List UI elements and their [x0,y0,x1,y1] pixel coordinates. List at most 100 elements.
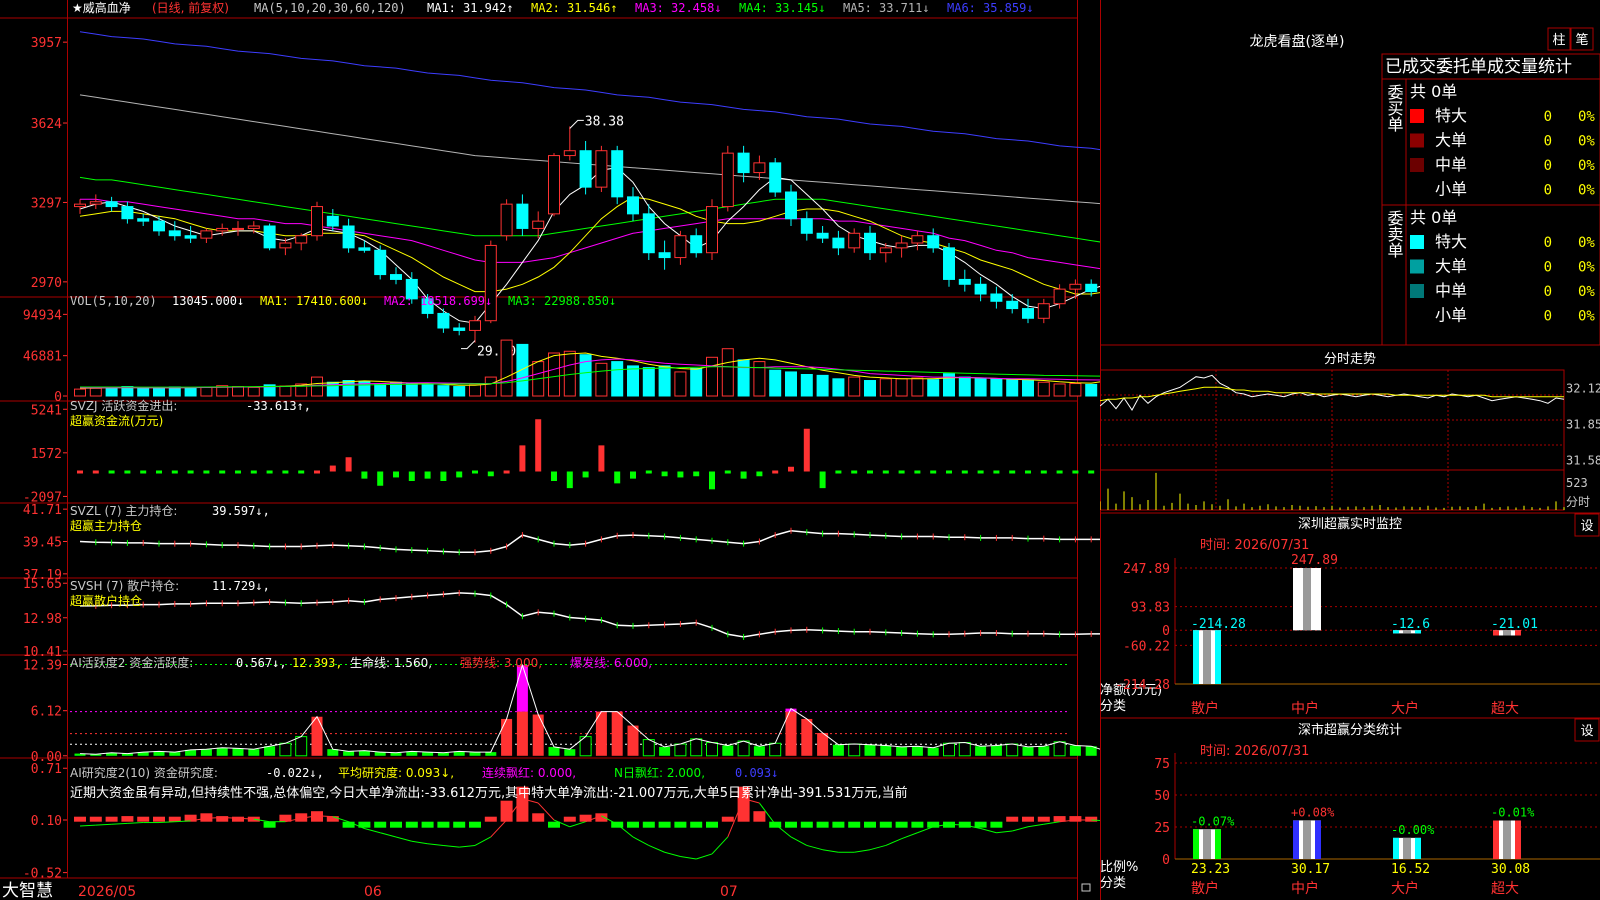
ai2-bar [879,821,892,828]
column-view-label: 柱 [1552,33,1565,48]
volume-bar [137,387,150,397]
volume-panel[interactable]: 94934468810 [23,308,1100,405]
volume-bar [674,371,687,397]
ai1-bar [216,747,228,756]
ma-legend-value: 31.546↑ [567,1,618,15]
szmon-category: 大户 [1391,700,1419,717]
ai1-bar-top [516,665,528,712]
szcls-bar-edge-l [1493,820,1499,859]
candle-body [216,227,229,232]
lock-icon[interactable] [1081,883,1091,892]
candle-body [563,150,576,157]
szcls-change-label: -0.01% [1491,805,1535,819]
svzj-ytick: 1572 [31,447,62,462]
ai1-label: AI活跃度2 资金活跃度: [70,655,193,670]
lhb-row-pct: 0% [1578,158,1595,174]
szcls-bar-edge-l [1393,837,1399,859]
candle-body [437,312,450,329]
candle-body [769,162,782,193]
ai2-avg-segment [854,849,871,853]
szcls-ytick: 25 [1154,821,1170,836]
volume-bar [642,367,655,397]
svzj-dash [898,470,905,474]
volume-bar [1006,379,1019,397]
intraday-chart[interactable]: 32.12 31.85 31.58 523 分时 [1100,369,1600,511]
candle-body [342,225,355,249]
ai1-bar [975,746,987,756]
volume-bar [153,387,165,397]
candle-body [927,235,940,249]
szcls-category: 超大 [1491,881,1519,897]
ai2-tail: 0.093↓ [735,766,778,780]
volume-bar [247,386,260,397]
candle-body [374,249,387,276]
ai2-bar [342,821,355,828]
volume-bar [374,383,387,397]
ai2-bar [642,821,655,828]
candle-body [785,191,797,220]
ai2-bar [911,821,924,828]
ai1-bar [279,742,292,757]
lhb-count: 共 0单 [1410,208,1457,227]
price-ytick: 3297 [31,196,62,211]
price-panel[interactable]: 395736243297297038.3829.70 [31,31,1100,360]
ai2-bar [216,816,229,822]
ai-activity-panel[interactable]: 12.396.120.00 [23,658,1100,765]
ai1-bar [264,746,276,756]
svzj-dash [282,470,289,474]
kline-chart-area[interactable]: 395736243297297038.3829.70 94934468810 5… [0,0,1100,900]
svzj-dash [977,470,984,474]
svzj-dash [503,470,510,474]
intraday-title: 分时走势 [1324,351,1376,367]
ai2-avg-segment [380,832,397,838]
szcls-change-label: -0.00% [1391,823,1435,837]
sz-monitor-xlabel: 分类 [1100,699,1126,714]
lhb-color-swatch [1410,133,1424,148]
candle-body [611,150,624,198]
svsh-panel[interactable]: 15.6512.9810.41 [23,577,1100,660]
ai2-avg-segment [711,836,729,855]
candle-body [1022,308,1034,319]
ai2-v1: -0.022↓, [266,766,324,780]
ai2-bar [437,821,450,828]
vol-legend: MA1: 17410.600↓ MA2: 18518.699↓ MA3: 22988.85… [260,294,616,308]
candle-body [390,274,402,280]
volume-bar [879,378,892,397]
szmon-bar-edge-r [1315,568,1321,631]
ai1-bar [611,711,623,756]
lhb-row-label: 大单 [1435,131,1467,150]
ai1-bar [801,718,813,756]
candle-body [690,235,703,254]
vol-legend-name: MA1: [260,294,289,308]
szcls-category: 大户 [1391,880,1419,897]
svsh-ytick: 12.98 [23,612,62,627]
ai2-avg-segment [996,830,1013,834]
svzj-bar [440,471,447,481]
candle-body [627,196,639,215]
svzj-bar [598,445,605,472]
candle-body [737,152,750,174]
ai1-life: 生命线: 1.560, [350,655,432,670]
ai2-avg-segment [79,824,96,827]
lhb-side-label: 委卖单 [1385,210,1404,258]
lhb-row-num: 0 [1544,260,1552,276]
candle-body [74,203,86,208]
candle-body [800,218,813,234]
svzj-bar [535,419,542,472]
lhb-row-num: 0 [1544,109,1552,125]
svzj-bar [566,471,573,489]
ai2-bar [484,816,497,822]
svzj-dash [235,470,241,474]
svzj-panel[interactable]: 52411572-2097 [23,403,1100,505]
szmon-value-label: 247.89 [1291,553,1338,568]
svzl-panel[interactable]: 41.7139.4537.19 [23,503,1100,583]
ma-legend-value: 33.711↓ [879,1,930,15]
vol-legend-value: 22988.850↓ [544,294,616,308]
ma-legend-name: MA5: [843,1,872,15]
szcls-bar-edge-l [1293,820,1299,859]
szmon-bar-shade [1203,630,1211,684]
ai-research-panel[interactable]: 0.71 0.10 -0.52 [23,762,1100,882]
candle-body [279,242,292,249]
sz-class-xlabel: 分类 [1100,876,1126,891]
volume-bar [800,374,813,397]
